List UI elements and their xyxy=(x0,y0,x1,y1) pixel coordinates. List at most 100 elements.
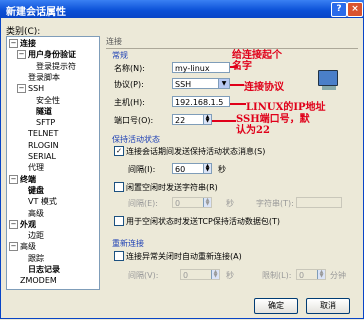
reconnect-section-title: 重新连接 xyxy=(112,239,144,248)
limit-value: 0 xyxy=(299,271,305,280)
host-annotation: LINUX的IP地址 xyxy=(246,102,326,113)
protocol-arrow xyxy=(230,84,244,86)
close-button[interactable]: × xyxy=(347,2,363,17)
tree-item-label: 连接 xyxy=(20,39,36,48)
tree-item[interactable]: − 高级 xyxy=(9,242,36,252)
window-title: 新建会话属性 xyxy=(6,7,66,18)
name-input[interactable]: my-linux xyxy=(172,62,230,73)
tree-item-label: 高级 xyxy=(20,242,36,252)
keepalive-section-title: 保持活动状态 xyxy=(112,135,160,144)
spin-arrows-icon[interactable]: ▲ ▼ xyxy=(317,270,325,279)
tree-item-label: 日志记录 xyxy=(28,265,60,274)
string-input[interactable] xyxy=(296,197,342,208)
tree-item[interactable]: 边距 xyxy=(17,231,44,241)
tree-item[interactable]: TELNET xyxy=(17,129,58,139)
tree-expander-icon[interactable]: − xyxy=(17,84,26,94)
spin-arrows-icon[interactable]: ▲ ▼ xyxy=(211,270,219,279)
tree-item[interactable]: 登录脚本 xyxy=(17,73,60,83)
category-tree[interactable]: − 连接 − 用户身份验证 登录提示符 登录脚本 − SSH 安全性 隧道 SFTP TELNET RL… xyxy=(6,36,100,290)
reconnect-interval-value: 0 xyxy=(183,271,189,280)
tree-item[interactable]: SERIAL xyxy=(17,152,56,162)
general-section-title: 常规 xyxy=(112,51,128,60)
host-label: 主机(H): xyxy=(114,98,145,107)
ok-button[interactable]: 确定 xyxy=(254,298,298,314)
idle-interval-label: 间隔(E): xyxy=(128,199,158,208)
reconnect-interval-input[interactable]: 0 ▲ ▼ xyxy=(180,269,220,280)
tree-item-label: 边距 xyxy=(28,231,44,241)
tree-item[interactable]: − 外观 xyxy=(9,219,36,230)
port-input[interactable]: 22 ▲ ▼ xyxy=(172,114,212,125)
tree-item-label: SSH xyxy=(28,84,45,94)
title-bar: 新建会话属性 ? × xyxy=(0,0,364,18)
protocol-label: 协议(P): xyxy=(114,80,144,89)
tree-item-label: RLOGIN xyxy=(28,140,59,150)
tree-item-label: SERIAL xyxy=(28,152,56,161)
tree-item[interactable]: 跟踪 xyxy=(17,254,44,264)
tree-expander-icon[interactable]: − xyxy=(17,50,26,60)
keepalive-interval-value: 60 xyxy=(175,165,186,174)
name-label: 名称(N): xyxy=(114,64,145,73)
tree-item[interactable]: − 终端 xyxy=(9,174,36,185)
idle-interval-input[interactable]: 0 ▲ ▼ xyxy=(172,197,212,208)
tree-item-label: SFTP xyxy=(36,118,56,128)
tcp-keepalive-label: 用于空闲状态时发送TCP保持活动数据包(T) xyxy=(126,217,280,226)
auto-reconnect-label: 连接异常关闭时自动重新连接(A) xyxy=(126,252,242,261)
computer-icon xyxy=(318,70,338,86)
tree-expander-icon[interactable]: − xyxy=(9,174,18,184)
spin-arrows-icon[interactable]: ▲ ▼ xyxy=(203,164,211,173)
help-button[interactable]: ? xyxy=(331,2,347,17)
tree-item-label: 登录脚本 xyxy=(28,72,60,82)
tree-item-label: ZMODEM xyxy=(20,276,57,286)
limit-input[interactable]: 0 ▲ ▼ xyxy=(296,269,326,280)
send-keepalive-checkbox[interactable]: ✓ xyxy=(114,146,124,156)
tree-expander-icon[interactable]: − xyxy=(9,39,18,48)
port-value: 22 xyxy=(175,116,186,125)
name-arrow xyxy=(230,66,238,68)
spin-arrows-icon[interactable]: ▲ ▼ xyxy=(203,198,211,207)
tree-item[interactable]: 登录提示符 xyxy=(25,62,76,72)
keepalive-interval-input[interactable]: 60 ▲ ▼ xyxy=(172,163,212,174)
name-annotation-text: 给连接起个 名字 xyxy=(232,50,282,72)
tree-item-label: 登录提示符 xyxy=(36,61,76,71)
port-label: 端口号(O): xyxy=(114,116,154,125)
tree-item[interactable]: 日志记录 xyxy=(17,265,60,275)
port-arrow xyxy=(212,120,236,122)
computer-icon-base xyxy=(322,86,336,90)
idle-send-checkbox[interactable] xyxy=(114,182,124,192)
tree-item[interactable]: − 用户身份验证 xyxy=(17,50,76,60)
tree-item[interactable]: 安全性 xyxy=(25,96,60,106)
idle-interval-value: 0 xyxy=(175,199,181,208)
tree-item[interactable]: RLOGIN xyxy=(17,141,59,151)
tcp-keepalive-checkbox[interactable] xyxy=(114,216,124,226)
keepalive-interval-label: 间隔(I): xyxy=(128,165,156,174)
tree-item[interactable]: SFTP xyxy=(25,118,55,128)
tree-item-label: 键盘 xyxy=(28,185,44,195)
send-keepalive-label: 连接会话期间发送保持活动状态消息(S) xyxy=(126,147,266,156)
port-annotation-text: SSH端口号，默 认为22 xyxy=(236,114,310,136)
spin-arrows-icon[interactable]: ▲ ▼ xyxy=(203,115,211,124)
tree-item-label: 高级 xyxy=(28,208,44,218)
tree-item-label: 隧道 xyxy=(36,106,52,116)
tree-item[interactable]: − 连接 xyxy=(9,39,36,49)
tree-item[interactable]: 键盘 xyxy=(17,186,44,196)
tree-item-label: 跟踪 xyxy=(28,253,44,263)
idle-sec-label: 秒 xyxy=(226,199,234,208)
tree-item[interactable]: 高级 xyxy=(17,209,44,219)
tree-item[interactable]: 代理 xyxy=(17,163,44,173)
tree-item[interactable]: VT 模式 xyxy=(17,197,57,207)
tree-item[interactable]: ZMODEM xyxy=(9,276,57,286)
host-input[interactable]: 192.168.1.5 xyxy=(172,96,230,107)
chevron-down-icon[interactable]: ▼ xyxy=(218,79,229,88)
auto-reconnect-checkbox[interactable] xyxy=(114,251,124,261)
reconnect-interval-label: 间隔(V): xyxy=(128,271,159,280)
tree-item-label: 终端 xyxy=(20,174,36,184)
protocol-select[interactable]: SSH ▼ xyxy=(172,78,230,89)
tree-item[interactable]: 隧道 xyxy=(25,107,52,117)
cancel-button[interactable]: 取消 xyxy=(306,298,350,314)
protocol-value: SSH xyxy=(175,80,192,89)
name-annotation: 给连接起个 名字 xyxy=(232,50,282,72)
tree-item[interactable]: − SSH xyxy=(17,84,44,94)
tree-item-label: 安全性 xyxy=(36,95,60,105)
tree-expander-icon[interactable]: − xyxy=(9,219,18,229)
tree-expander-icon[interactable]: − xyxy=(9,242,18,252)
